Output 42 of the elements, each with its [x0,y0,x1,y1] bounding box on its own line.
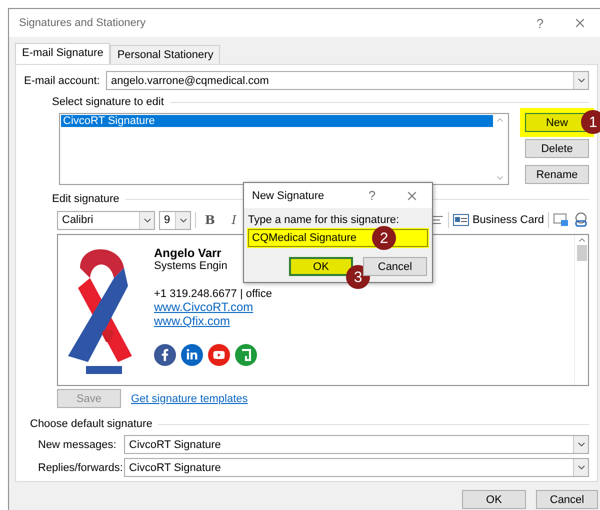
signature-link[interactable]: www.CivcoRT.com [154,300,272,314]
default-select[interactable]: CivcoRT Signature [124,458,589,477]
signature-phone: +1 319.248.6677 | office [154,288,272,300]
group-heading: Choose default signature [30,418,152,430]
linkedin-icon[interactable] [181,344,203,366]
picture-icon[interactable] [553,212,569,228]
dialog-title: New Signature [252,190,326,202]
tab[interactable]: E-mail Signature [15,43,110,64]
account-select[interactable]: angelo.varrone@cqmedical.com [106,71,589,90]
group-heading: Select signature to edit [52,96,164,108]
signature-link[interactable]: www.Qfix.com [154,314,272,328]
format-button[interactable]: B [200,213,220,227]
youtube-icon[interactable] [208,344,230,366]
group-heading: Edit signature [52,193,120,205]
size-select[interactable]: 9 [159,210,191,230]
font-select[interactable]: Calibri [57,210,155,230]
business-card-button[interactable]: Business Card [453,214,544,226]
templates-link[interactable]: Get signature templates [131,392,248,404]
field-label: E-mail account: [24,74,100,86]
dialog-button[interactable]: OK [289,257,353,276]
callout-badge: 2 [372,226,396,250]
help-button[interactable]: ? [520,16,560,30]
signature-button[interactable]: Rename [525,165,589,184]
format-button[interactable]: I [224,213,244,227]
signature-name: Angelo Varr [154,246,222,260]
scrollbar[interactable] [574,235,588,385]
scroll-thumb[interactable] [576,245,586,261]
prompt-label: Type a name for this signature: [248,214,400,226]
list-item[interactable]: CivcoRT Signature [61,115,493,127]
signature-title: Systems Engin [154,260,228,272]
field-label: New messages: [38,438,118,450]
default-select[interactable]: CivcoRT Signature [124,435,589,454]
tab[interactable]: Personal Stationery [110,45,220,64]
help-button[interactable]: ? [352,188,392,203]
card-icon [453,214,470,226]
dialog-button[interactable]: Cancel [536,490,598,509]
signature-button[interactable]: Delete [525,139,589,158]
align-icon[interactable] [432,214,444,226]
dialog-button[interactable]: Cancel [363,257,427,276]
dialog-button[interactable]: OK [462,490,526,509]
facebook-icon[interactable] [154,344,176,366]
window-title: Signatures and Stationery [19,17,147,29]
